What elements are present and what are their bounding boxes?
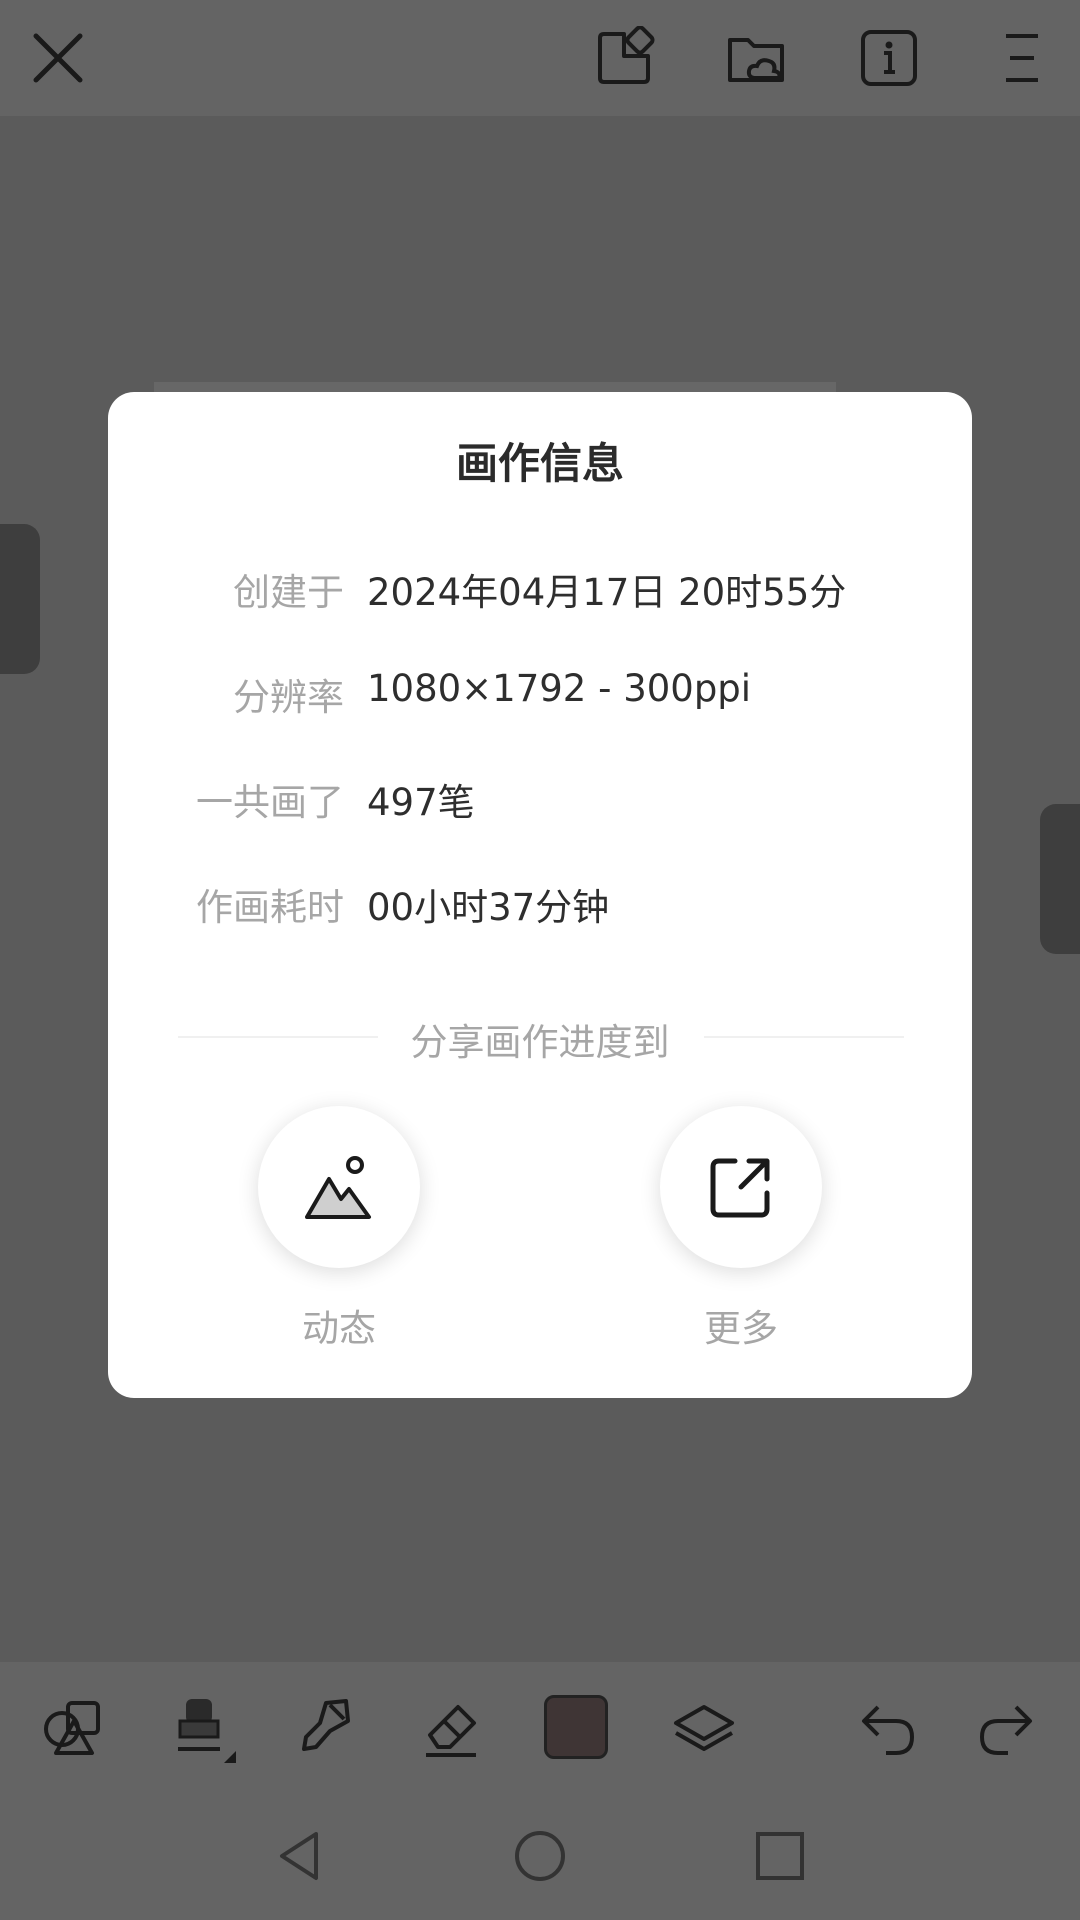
info-row-duration: 作画耗时 00小时37分钟 xyxy=(108,877,972,937)
layers-button[interactable] xyxy=(658,1681,750,1773)
share-more-button[interactable] xyxy=(660,1106,822,1268)
close-icon xyxy=(33,33,83,83)
smudge-tool-button[interactable] xyxy=(280,1681,372,1773)
brush-size-slider-handle[interactable] xyxy=(0,524,40,674)
external-share-icon xyxy=(710,1158,770,1218)
stamp-brush-icon xyxy=(178,1699,236,1763)
share-more-label: 更多 xyxy=(704,1307,778,1350)
info-label: 创建于 xyxy=(233,571,344,614)
bottom-toolbar xyxy=(0,1662,1080,1792)
cloud-folder-icon xyxy=(728,38,784,82)
info-icon xyxy=(861,30,917,86)
dialog-title: 画作信息 xyxy=(455,439,624,488)
recents-button[interactable] xyxy=(740,1816,820,1896)
back-triangle-icon xyxy=(280,1832,318,1880)
home-circle-icon xyxy=(515,1831,565,1881)
recents-square-icon xyxy=(756,1832,804,1880)
redo-icon xyxy=(979,1705,1032,1755)
home-button[interactable] xyxy=(500,1816,580,1896)
info-value: 497笔 xyxy=(367,781,475,824)
info-value: 1080×1792 - 300ppi xyxy=(367,667,752,710)
info-row-created: 创建于 2024年04月17日 20时55分 xyxy=(108,562,972,622)
info-button[interactable] xyxy=(849,18,929,98)
mountain-image-icon xyxy=(305,1156,371,1219)
menu-icon xyxy=(1006,34,1038,82)
back-button[interactable] xyxy=(260,1816,340,1896)
share-section-title: 分享画作进度到 xyxy=(410,1021,670,1064)
top-bar xyxy=(0,0,1080,116)
info-row-resolution: 分辨率 1080×1792 - 300ppi xyxy=(108,667,972,727)
info-value: 00小时37分钟 xyxy=(367,886,610,929)
eraser-icon xyxy=(426,1705,476,1757)
artwork-info-dialog: 画作信息 创建于 2024年04月17日 20时55分 分辨率 1080×179… xyxy=(108,392,972,1398)
sticker-button[interactable] xyxy=(584,18,664,98)
opacity-slider-handle[interactable] xyxy=(1040,804,1080,954)
system-navigation-bar xyxy=(0,1792,1080,1920)
eraser-tool-button[interactable] xyxy=(406,1681,498,1773)
info-label: 分辨率 xyxy=(233,676,344,719)
smudge-icon xyxy=(302,1699,350,1751)
undo-icon xyxy=(862,1705,915,1755)
shapes-tool-button[interactable] xyxy=(28,1681,120,1773)
sticker-icon xyxy=(598,26,655,84)
redo-button[interactable] xyxy=(960,1681,1052,1773)
color-swatch xyxy=(544,1695,608,1759)
info-label: 作画耗时 xyxy=(196,886,344,929)
shapes-icon xyxy=(44,1701,100,1755)
stamp-brush-tool-button[interactable] xyxy=(154,1681,246,1773)
color-picker-button[interactable] xyxy=(530,1681,622,1773)
info-label: 一共画了 xyxy=(196,781,344,824)
close-button[interactable] xyxy=(18,18,98,98)
info-row-strokes: 一共画了 497笔 xyxy=(108,772,972,832)
menu-button[interactable] xyxy=(982,18,1062,98)
share-to-feed-label: 动态 xyxy=(302,1307,376,1350)
cloud-folder-button[interactable] xyxy=(716,18,796,98)
layers-icon xyxy=(674,1705,734,1751)
share-to-feed-button[interactable] xyxy=(258,1106,420,1268)
undo-button[interactable] xyxy=(842,1681,934,1773)
info-value: 2024年04月17日 20时55分 xyxy=(367,571,847,614)
